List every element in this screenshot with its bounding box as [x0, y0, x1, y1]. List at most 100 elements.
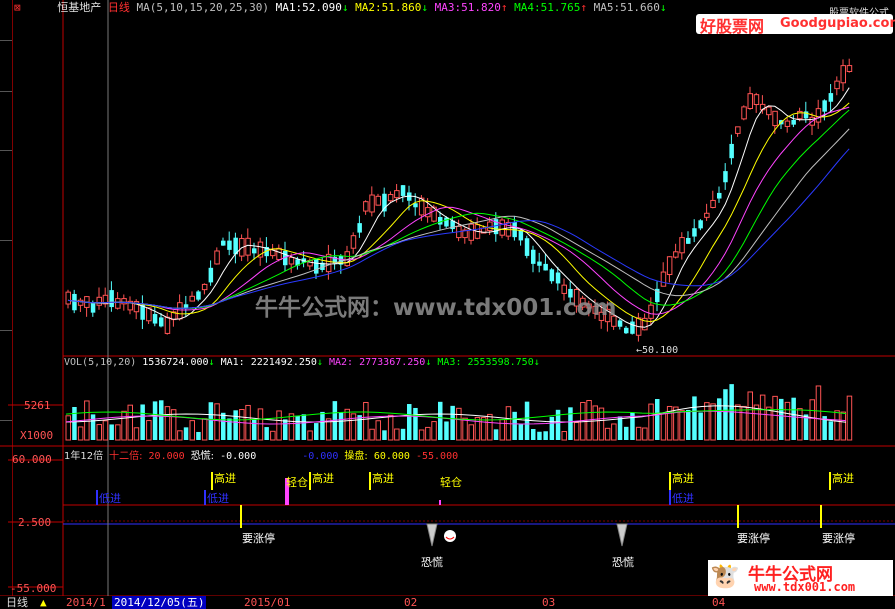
candle-body: [735, 126, 741, 134]
indicator-axis-bottom: -55.000: [10, 582, 57, 595]
volume-bar: [418, 429, 425, 441]
candle-body: [115, 298, 121, 309]
volume-bar: [611, 423, 617, 441]
candle-body: [666, 256, 673, 276]
candle-body: [741, 106, 747, 120]
smiley-icon: [444, 530, 456, 542]
volume-bar: [635, 426, 642, 441]
signal-label-high: 高进: [372, 472, 394, 485]
volume-bar: [747, 391, 753, 441]
volume-bar: [692, 396, 697, 440]
date-label-3: 2015/01: [244, 596, 291, 609]
volume-bar: [183, 427, 189, 440]
candle-body: [698, 220, 703, 229]
volume-bar: [375, 420, 381, 441]
candle-body: [834, 80, 840, 90]
volume-bar: [77, 426, 84, 441]
volume-bar: [543, 431, 548, 440]
signal-label-panic: 恐慌: [612, 556, 634, 569]
volume-bar: [561, 431, 567, 441]
volume-bar: [840, 411, 846, 441]
volume-bar: [462, 417, 468, 441]
signal-label-limit: 要涨停: [737, 532, 770, 545]
candle-body: [673, 251, 679, 258]
watermark-url: Goodgupiao.com: [780, 16, 895, 31]
volume-bar: [140, 404, 145, 440]
signal-label-panic: 恐慌: [421, 556, 443, 569]
volume-bar: [413, 407, 418, 440]
volume-bar: [394, 428, 400, 441]
sidebar-top-icon[interactable]: ⊠: [14, 1, 21, 14]
price-header: ⊠ 恒基地产 日线 MA(5,10,15,20,25,30) MA1:52.09…: [14, 0, 666, 16]
date-label-5: 03: [542, 596, 556, 609]
candle-body: [772, 110, 778, 127]
candle-body: [791, 120, 796, 125]
candle-body: [784, 120, 791, 127]
candle-body: [196, 291, 201, 300]
ma5-label: MA5:: [593, 1, 621, 14]
volume-bar: [438, 401, 443, 440]
volume-bar: [444, 421, 449, 440]
volume-bar: [270, 430, 276, 441]
period-tab[interactable]: 日线: [6, 596, 28, 609]
signal-label-buy: 低进: [207, 492, 229, 505]
signal-label-high: 高进: [214, 472, 236, 485]
ma-params: MA(5,10,15,20,25,30): [136, 1, 269, 14]
ma4-label: MA4:: [514, 1, 541, 14]
candle-body: [72, 293, 77, 311]
low-price-label: ←50.100: [636, 345, 679, 356]
volume-bar: [518, 424, 524, 440]
candle-body: [65, 291, 71, 305]
volume-bar: [531, 428, 536, 440]
candle-body: [245, 237, 251, 256]
volume-bar: [133, 427, 140, 441]
indicator-item2-value: -0.000: [220, 451, 257, 462]
bottom-watermark: 🐮 牛牛公式网 www.tdx001.com: [708, 560, 893, 596]
vol-params: VOL(5,10,20): [64, 357, 137, 368]
candle-body: [518, 230, 524, 241]
indicator-signals: [96, 472, 831, 547]
candle-body: [109, 290, 114, 308]
candle-body: [276, 247, 282, 261]
cow-logo-icon: 🐮: [710, 562, 740, 590]
volume-bar: [369, 428, 375, 441]
volume-bar: [121, 410, 127, 441]
indicator-item2-label: 恐慌:: [190, 451, 215, 462]
volume-bar: [109, 424, 114, 440]
signal-label-light: 轻仓: [286, 476, 308, 489]
volume-bar: [115, 424, 121, 441]
volume-bar: [642, 427, 648, 441]
volume-bar: [555, 409, 561, 440]
volume-bar: [189, 420, 195, 441]
volume-bar: [779, 398, 784, 440]
indicator-item4-value: 60.000: [373, 451, 410, 462]
candle-body: [704, 212, 710, 218]
volume-bar: [382, 430, 387, 440]
volume-bar: [679, 410, 685, 441]
candle-body: [425, 207, 431, 218]
volume-bar: [686, 409, 691, 440]
signal-label-high: 高进: [672, 472, 694, 485]
candle-body: [227, 240, 232, 250]
center-watermark: 牛牛公式网：www.tdx001.com: [255, 295, 617, 321]
candle-body: [846, 65, 853, 73]
candle-body: [438, 216, 443, 225]
volume-bar: [164, 406, 171, 441]
volume-bar: [127, 404, 133, 441]
candle-body: [152, 314, 158, 324]
period-tab-arrow-icon[interactable]: ▲: [40, 596, 47, 609]
ma2-value: 51.860: [381, 1, 422, 14]
candle-body: [531, 249, 536, 264]
date-label-6: 04: [712, 596, 726, 609]
volume-bar: [363, 401, 369, 441]
vol-arrow-icon: ↓: [208, 357, 215, 368]
candle-body: [189, 295, 195, 302]
volume-bar: [766, 406, 772, 441]
signal-label-high: 高进: [832, 472, 854, 485]
volume-bar: [146, 420, 152, 441]
candle-body: [766, 106, 772, 116]
volume-bar: [846, 395, 853, 441]
candle-body: [400, 185, 406, 196]
date-label-1: 2014/1: [66, 596, 106, 609]
volume-bar: [617, 416, 623, 440]
